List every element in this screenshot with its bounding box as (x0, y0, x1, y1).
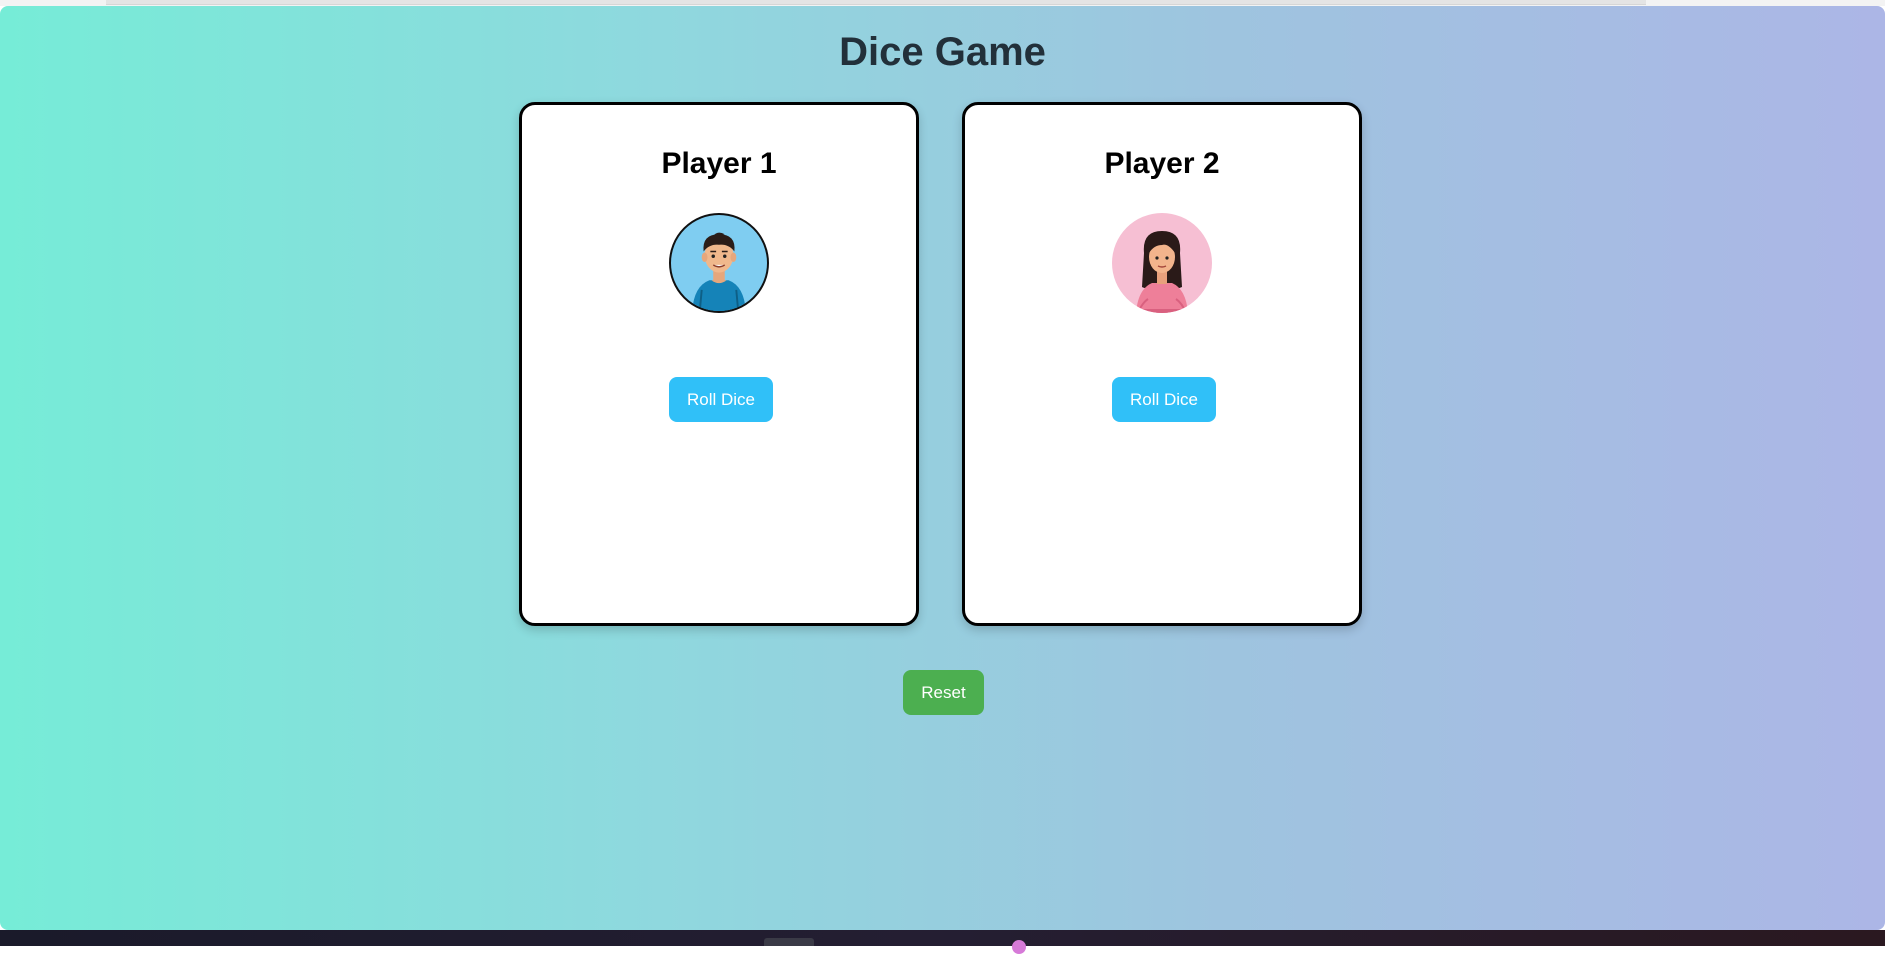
taskbar (0, 930, 1885, 954)
taskbar-indicator-icon[interactable] (1012, 940, 1026, 954)
player-2-roll-dice-button[interactable]: Roll Dice (1112, 377, 1216, 422)
game-page: Dice Game Player 1 Roll Dice Player 2 Ro… (0, 6, 1885, 930)
player-1-name: Player 1 (661, 147, 777, 180)
taskbar-app-icon[interactable] (764, 938, 814, 946)
browser-address-strip (106, 0, 1646, 5)
player-1-roll-dice-button[interactable]: Roll Dice (669, 377, 773, 422)
reset-button[interactable]: Reset (903, 670, 984, 715)
player-2-name: Player 2 (1104, 147, 1220, 180)
boy-avatar-icon (669, 213, 769, 313)
girl-avatar-icon (1112, 213, 1212, 313)
player-1-card: Player 1 Roll Dice (519, 102, 919, 626)
boy-avatar-image (692, 232, 746, 311)
player-2-card: Player 2 Roll Dice (962, 102, 1362, 626)
page-title: Dice Game (839, 30, 1046, 74)
girl-avatar-image (1136, 231, 1188, 313)
